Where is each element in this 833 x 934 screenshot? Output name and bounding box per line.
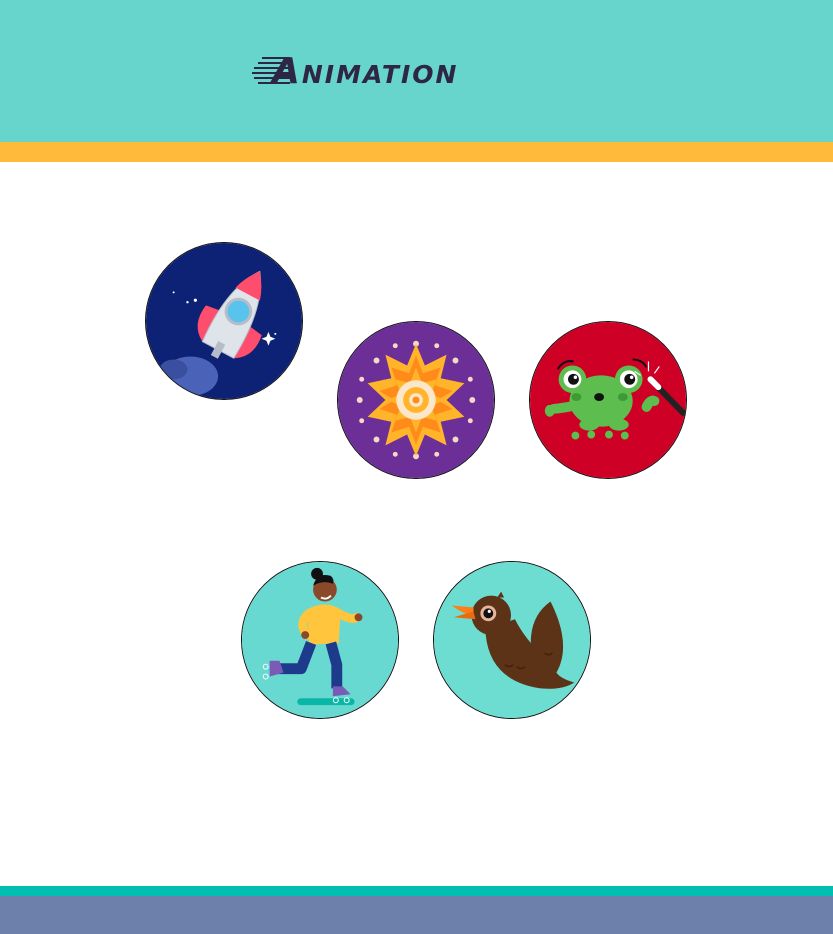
header-banner: Animation xyxy=(0,0,833,142)
footer-bar xyxy=(0,896,833,934)
roller-skater-icon xyxy=(242,562,398,718)
frog-icon xyxy=(530,322,686,478)
mandala-icon xyxy=(338,322,494,478)
footer-stripe xyxy=(0,886,833,896)
project-frog[interactable] xyxy=(529,321,687,479)
project-roller-skater[interactable] xyxy=(241,561,399,719)
header-stripe xyxy=(0,142,833,162)
project-bird[interactable] xyxy=(433,561,591,719)
page-title: Animation xyxy=(272,51,459,92)
project-mandala[interactable] xyxy=(337,321,495,479)
rocket-icon xyxy=(146,243,302,399)
project-rocket[interactable] xyxy=(145,242,303,400)
bird-icon xyxy=(434,562,590,718)
title-block: Animation xyxy=(250,50,580,94)
